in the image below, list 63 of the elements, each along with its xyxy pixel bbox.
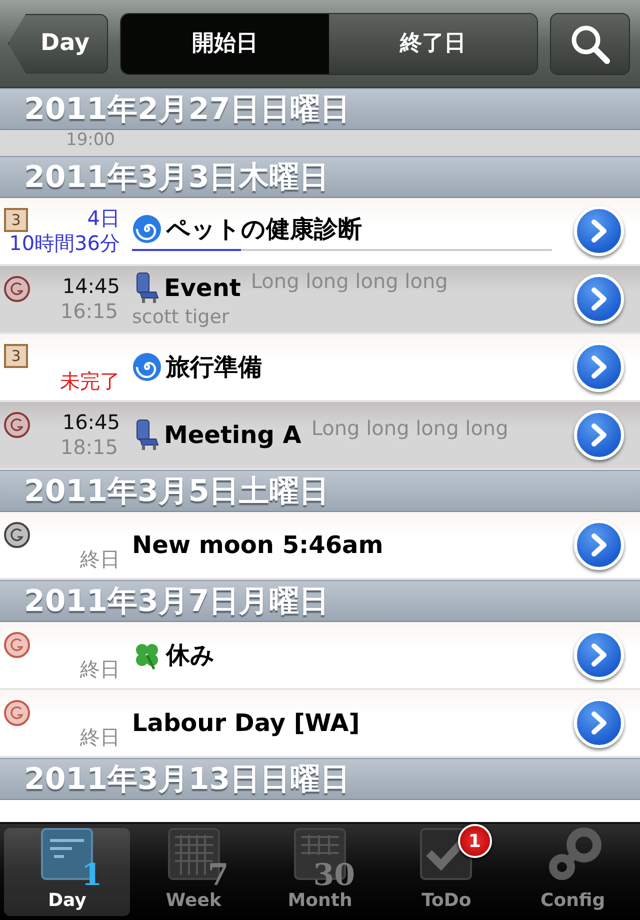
event-time: 19:00 bbox=[66, 130, 115, 150]
tab-bar-item[interactable]: 30 Month bbox=[256, 828, 384, 916]
event-row[interactable]: 3 4日 10時間36分 ペットの健康診断 bbox=[0, 198, 640, 266]
tab-bar-item[interactable]: 7 Week bbox=[130, 828, 257, 916]
todo-priority: 3 bbox=[4, 344, 28, 368]
spiral-icon bbox=[132, 214, 162, 244]
event-subtitle: scott tiger bbox=[132, 306, 230, 328]
disclosure-button[interactable] bbox=[574, 630, 624, 680]
event-title: Labour Day [WA] bbox=[132, 708, 360, 739]
disclosure-button[interactable] bbox=[574, 274, 624, 324]
event-title: Meeting A bbox=[164, 420, 302, 451]
event-row[interactable]: 終日 New moon 5:46am bbox=[0, 512, 640, 580]
disclosure-button[interactable] bbox=[574, 410, 624, 460]
segment-tab[interactable]: 終了日 bbox=[329, 14, 537, 74]
all-day-label: 終日 bbox=[80, 724, 120, 750]
event-title: 休み bbox=[166, 640, 215, 671]
icon-number: 7 bbox=[208, 861, 229, 891]
disclosure-button[interactable] bbox=[574, 520, 624, 570]
section-header: 2011年3月7日月曜日 bbox=[24, 582, 330, 620]
event-title: Event bbox=[164, 273, 241, 304]
status-label: 未完了 bbox=[60, 368, 120, 394]
event-time: 16:45 bbox=[62, 410, 120, 435]
event-time: 14:45 bbox=[62, 274, 120, 299]
all-day-label: 終日 bbox=[80, 656, 120, 682]
back-button[interactable]: Day bbox=[8, 14, 108, 74]
disclosure-button[interactable] bbox=[574, 206, 624, 256]
chevron-icon bbox=[589, 423, 609, 447]
disclosure-button[interactable] bbox=[574, 698, 624, 748]
event-note: Long long long long bbox=[311, 415, 508, 442]
tab-bar-item[interactable]: 1 Day bbox=[4, 828, 130, 916]
section-header: 2011年3月5日土曜日 bbox=[24, 472, 330, 510]
todo-priority: 3 bbox=[4, 208, 28, 232]
section-header: 2011年2月27日日曜日 bbox=[24, 90, 350, 128]
chevron-icon bbox=[589, 287, 609, 311]
section-header: 2011年3月3日木曜日 bbox=[24, 158, 330, 196]
chevron-icon bbox=[589, 711, 609, 735]
spiral-icon bbox=[132, 352, 162, 382]
all-day-label: 終日 bbox=[80, 546, 120, 572]
chevron-icon bbox=[589, 643, 609, 667]
event-note: Long long long long bbox=[250, 268, 448, 295]
chevron-icon bbox=[589, 533, 609, 557]
event-time: 16:15 bbox=[60, 299, 118, 324]
event-title: 旅行準備 bbox=[166, 352, 262, 383]
notification-badge: 1 bbox=[458, 824, 492, 858]
section-header: 2011年3月13日日曜日 bbox=[24, 760, 350, 798]
event-row[interactable]: 終日 休み bbox=[0, 622, 640, 690]
icon-number: 1 bbox=[81, 861, 102, 891]
event-row[interactable]: 3 未完了 旅行準備 bbox=[0, 334, 640, 402]
event-row[interactable]: 14:45 16:15 Event Long long long long scott tiger bbox=[0, 266, 640, 334]
event-title: ペットの健康診断 bbox=[166, 214, 362, 245]
remaining-time: 10時間36分 bbox=[9, 231, 120, 256]
event-row[interactable]: 終日 Labour Day [WA] bbox=[0, 690, 640, 758]
event-row[interactable]: 16:45 18:15 Meeting A Long long long long bbox=[0, 402, 640, 470]
chevron-icon bbox=[589, 355, 609, 379]
chevron-icon bbox=[589, 219, 609, 243]
icon-number: 30 bbox=[313, 861, 356, 891]
event-time: 18:15 bbox=[60, 435, 118, 460]
search-button[interactable] bbox=[550, 12, 630, 74]
disclosure-button[interactable] bbox=[574, 342, 624, 392]
segment-tab[interactable]: 開始日 bbox=[121, 14, 329, 74]
remaining-time: 4日 bbox=[87, 206, 120, 231]
event-title: New moon 5:46am bbox=[132, 530, 384, 561]
tab-bar-item[interactable]: Config bbox=[510, 828, 636, 916]
